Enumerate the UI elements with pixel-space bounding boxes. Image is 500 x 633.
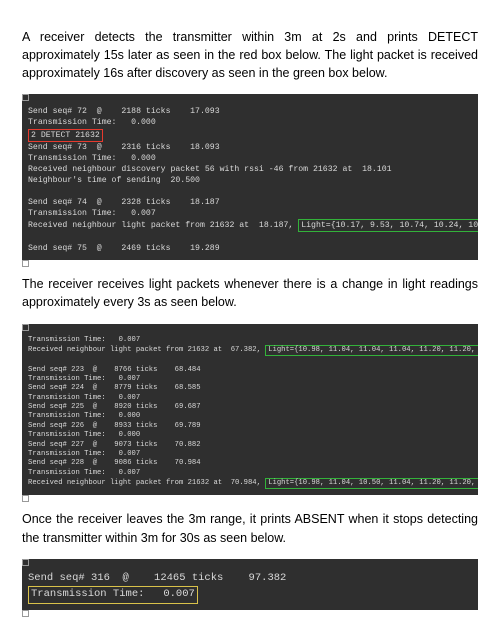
detect-highlight: 2 DETECT 21632 <box>28 129 103 142</box>
terminal-output: Send seq# 72 @ 2188 ticks 17.093 Transmi… <box>22 102 478 260</box>
log-line: Transmission Time: 0.000 <box>28 431 140 439</box>
log-line: Send seq# 224 @ 8779 ticks 68.585 <box>28 384 201 392</box>
terminal-titlebar <box>22 94 478 102</box>
log-line: Transmission Time: 0.007 <box>28 375 140 383</box>
light-highlight: Light={10.98, 11.04, 11.04, 11.04, 11.20… <box>265 345 478 356</box>
log-line: Transmission Time: 0.007 <box>28 450 140 458</box>
terminal-block-1: Send seq# 72 @ 2188 ticks 17.093 Transmi… <box>22 94 478 260</box>
log-line: Send seq# 73 @ 2316 ticks 18.093 <box>28 143 220 152</box>
log-line: Transmission Time: 0.000 <box>28 118 156 127</box>
log-line: Transmission Time: 0.007 <box>28 469 140 477</box>
log-line: Received neighbour light packet from 216… <box>28 346 265 354</box>
log-line: Send seq# 228 @ 9086 ticks 70.984 <box>28 459 201 467</box>
terminal-output: Send seq# 316 @ 12465 ticks 97.382 Trans… <box>22 567 478 611</box>
log-line: Received neighbour discovery packet 56 w… <box>28 165 392 174</box>
log-line: Send seq# 226 @ 8933 ticks 69.789 <box>28 422 201 430</box>
terminal-output: Transmission Time: 0.007 Received neighb… <box>22 332 478 496</box>
log-line: Send seq# 227 @ 9073 ticks 70.882 <box>28 441 201 449</box>
paragraph-2: The receiver receives light packets when… <box>22 275 478 311</box>
terminal-titlebar <box>22 324 478 332</box>
light-highlight: Light={10.98, 11.04, 10.50, 11.04, 11.20… <box>265 478 478 489</box>
log-line: Send seq# 75 @ 2469 ticks 19.289 <box>28 244 220 253</box>
transmission-highlight: Transmission Time: 0.007 <box>28 586 198 604</box>
terminal-block-2: Transmission Time: 0.007 Received neighb… <box>22 324 478 496</box>
paragraph-1: A receiver detects the transmitter withi… <box>22 28 478 82</box>
log-line: Send seq# 316 @ 12465 ticks 97.382 <box>28 572 286 584</box>
log-line: Transmission Time: 0.007 <box>28 394 140 402</box>
terminal-titlebar <box>22 559 478 567</box>
log-line: Transmission Time: 0.000 <box>28 412 140 420</box>
log-line: Send seq# 225 @ 8920 ticks 69.687 <box>28 403 201 411</box>
log-line: Received neighbour light packet from 216… <box>28 221 298 230</box>
terminal-block-3: Send seq# 316 @ 12465 ticks 97.382 Trans… <box>22 559 478 611</box>
log-line: Send seq# 223 @ 8766 ticks 68.484 <box>28 366 201 374</box>
log-line: Transmission Time: 0.007 <box>28 209 156 218</box>
log-line: Send seq# 72 @ 2188 ticks 17.093 <box>28 107 220 116</box>
log-line: Send seq# 74 @ 2328 ticks 18.187 <box>28 198 220 207</box>
log-line: Transmission Time: 0.000 <box>28 154 156 163</box>
log-line: Received neighbour light packet from 216… <box>28 479 265 487</box>
log-line: Neighbour's time of sending 20.500 <box>28 176 200 185</box>
paragraph-3: Once the receiver leaves the 3m range, i… <box>22 510 478 546</box>
log-line: Transmission Time: 0.007 <box>28 336 140 344</box>
light-highlight: Light={10.17, 9.53, 10.74, 10.24, 10.24,… <box>298 219 478 232</box>
